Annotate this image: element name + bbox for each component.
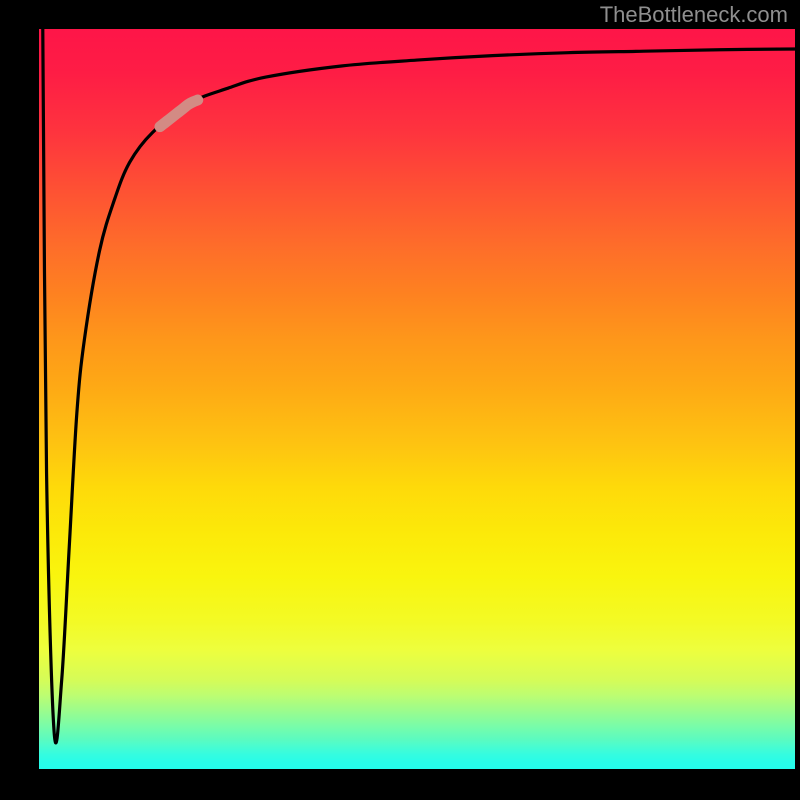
curve-layer — [39, 29, 795, 769]
plot-area — [39, 29, 795, 769]
chart-root: TheBottleneck.com — [0, 0, 800, 800]
bottleneck-curve — [43, 29, 795, 743]
watermark-text: TheBottleneck.com — [600, 2, 788, 28]
curve-highlight — [160, 100, 198, 127]
